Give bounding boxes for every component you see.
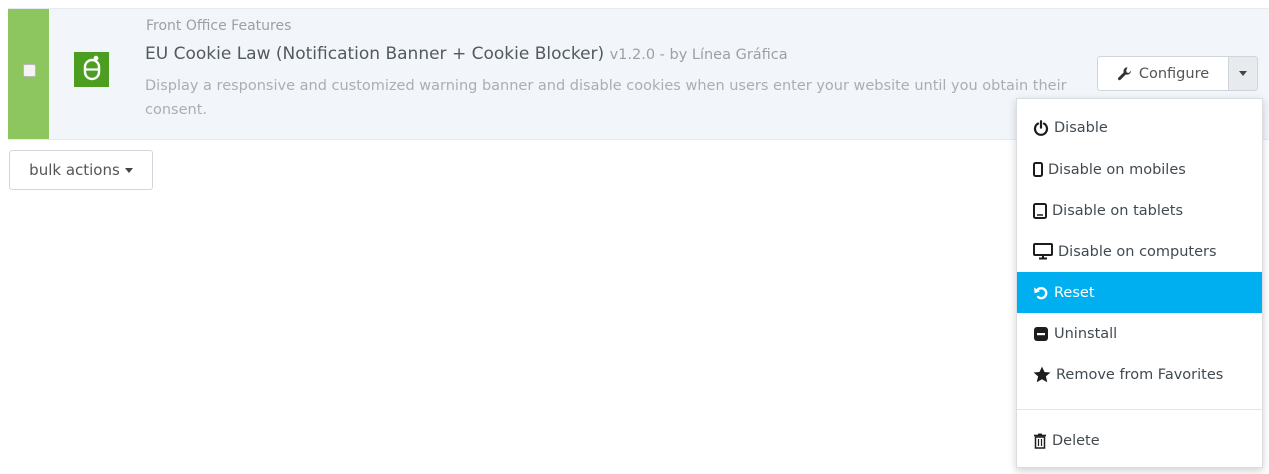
configure-label: Configure (1138, 65, 1210, 82)
menu-item-disable[interactable]: Disable (1017, 107, 1262, 148)
module-actions-dropdown: Disable Disable on mobiles Disable on ta… (1016, 98, 1263, 468)
module-logo (74, 52, 109, 87)
caret-down-icon (124, 167, 133, 173)
menu-item-label: Disable (1054, 119, 1108, 136)
menu-item-uninstall[interactable]: Uninstall (1017, 313, 1262, 354)
undo-icon (1033, 285, 1049, 301)
module-category: Front Office Features (146, 18, 292, 34)
module-title: EU Cookie Law (Notification Banner + Coo… (145, 44, 788, 64)
menu-item-remove-favorites[interactable]: Remove from Favorites (1017, 354, 1262, 395)
menu-item-label: Remove from Favorites (1056, 366, 1224, 383)
menu-item-label: Uninstall (1054, 325, 1118, 342)
power-icon (1033, 119, 1049, 136)
menu-item-label: Disable on computers (1058, 243, 1217, 260)
caret-down-icon (1239, 71, 1247, 76)
mobile-icon (1033, 162, 1043, 177)
cookie-logo-icon (82, 55, 102, 85)
menu-item-label: Reset (1054, 284, 1095, 301)
menu-item-label: Disable on mobiles (1048, 161, 1186, 178)
module-description: Display a responsive and customized warn… (145, 78, 1067, 118)
wrench-icon (1117, 66, 1133, 82)
menu-item-label: Delete (1052, 432, 1100, 449)
star-icon (1033, 366, 1051, 383)
menu-divider (1017, 409, 1262, 410)
module-action-group: Configure (1097, 56, 1258, 91)
module-name: EU Cookie Law (Notification Banner + Coo… (145, 44, 605, 64)
minus-icon (1033, 326, 1049, 342)
menu-item-label: Disable on tablets (1052, 202, 1184, 219)
module-version-author: v1.2.0 - by Línea Gráfica (609, 47, 788, 63)
menu-item-disable-tablets[interactable]: Disable on tablets (1017, 190, 1262, 231)
menu-item-disable-mobiles[interactable]: Disable on mobiles (1017, 149, 1262, 190)
menu-item-disable-computers[interactable]: Disable on computers (1017, 231, 1262, 272)
trash-icon (1033, 433, 1047, 449)
configure-button[interactable]: Configure (1097, 56, 1229, 91)
menu-item-reset[interactable]: Reset (1017, 272, 1262, 313)
configure-dropdown-toggle[interactable] (1228, 56, 1258, 91)
desktop-icon (1033, 243, 1053, 260)
menu-item-delete[interactable]: Delete (1017, 420, 1262, 461)
bulk-actions-button[interactable]: bulk actions (9, 150, 153, 190)
tablet-icon (1033, 202, 1047, 219)
module-select-checkbox[interactable] (23, 64, 36, 77)
bulk-actions-label: bulk actions (29, 161, 120, 179)
